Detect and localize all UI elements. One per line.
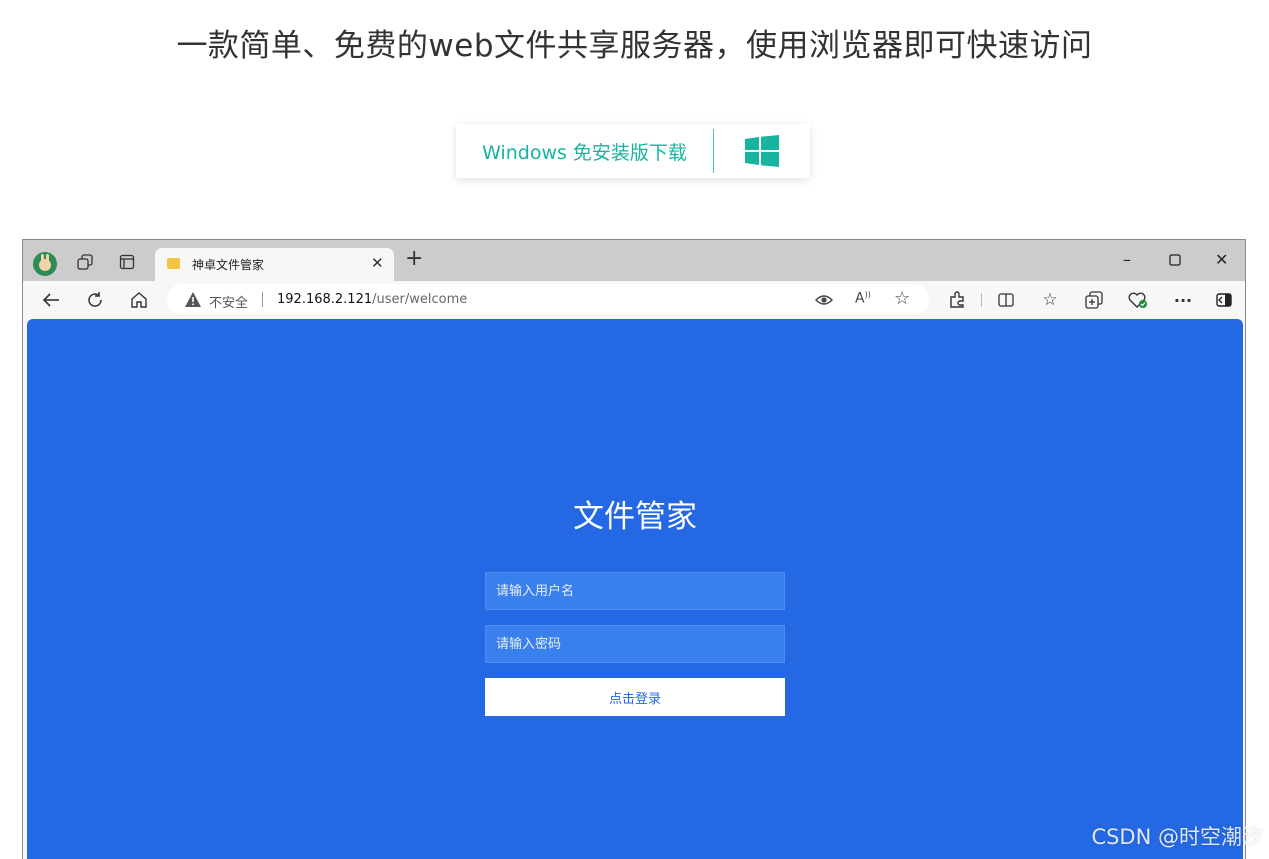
split-screen-icon[interactable] (996, 290, 1016, 310)
address-separator (262, 292, 263, 307)
favorites-icon[interactable]: ☆ (1040, 290, 1060, 310)
eye-icon[interactable] (815, 292, 833, 311)
windows-logo-icon (714, 135, 810, 167)
address-bar[interactable]: 不安全 192.168.2.121/user/welcome A)) ☆ (167, 284, 929, 315)
tab-actions-icon[interactable] (117, 252, 137, 272)
maximize-icon[interactable] (1169, 251, 1181, 270)
username-input[interactable] (485, 572, 785, 610)
refresh-icon[interactable] (85, 290, 105, 310)
read-aloud-icon[interactable]: A)) (855, 290, 871, 307)
login-button[interactable]: 点击登录 (485, 678, 785, 716)
watermark: CSDN @时空潮汐 (1091, 825, 1263, 849)
browser-essentials-icon[interactable] (1128, 290, 1148, 310)
login-title: 文件管家 (573, 499, 697, 535)
workspaces-icon[interactable] (75, 252, 95, 272)
security-label[interactable]: 不安全 (209, 292, 248, 311)
profile-avatar-icon[interactable] (33, 252, 57, 276)
close-tab-icon[interactable]: ✕ (371, 254, 384, 272)
toolbar-separator (981, 293, 982, 307)
tab-bar: 神卓文件管家 ✕ + – ✕ (23, 240, 1245, 281)
collections-icon[interactable] (1084, 290, 1104, 310)
warning-icon[interactable] (185, 292, 201, 311)
more-icon[interactable]: ··· (1173, 290, 1193, 310)
extensions-icon[interactable] (947, 290, 967, 310)
tab-active[interactable]: 神卓文件管家 ✕ (155, 248, 394, 281)
login-page: 文件管家 点击登录 (27, 319, 1243, 859)
close-window-icon[interactable]: ✕ (1215, 250, 1228, 269)
back-arrow-icon[interactable] (41, 290, 61, 310)
page-headline: 一款简单、免费的web文件共享服务器，使用浏览器即可快速访问 (176, 28, 1093, 64)
new-tab-icon[interactable]: + (405, 248, 423, 270)
browser-window: 神卓文件管家 ✕ + – ✕ 不安全 192.168.2.121/user/we… (22, 239, 1246, 859)
url-path: /user/welcome (372, 292, 468, 307)
tab-title: 神卓文件管家 (192, 258, 265, 272)
navigation-bar: 不安全 192.168.2.121/user/welcome A)) ☆ ☆ ·… (23, 281, 1245, 319)
windows-download-button[interactable]: Windows 免安装版下载 (456, 124, 810, 178)
url-host: 192.168.2.121 (277, 292, 373, 307)
home-icon[interactable] (129, 290, 149, 310)
folder-icon (167, 258, 180, 269)
sidebar-icon[interactable] (1214, 290, 1234, 310)
minimize-icon[interactable]: – (1123, 250, 1131, 269)
url-text[interactable]: 192.168.2.121/user/welcome (277, 292, 467, 307)
download-divider (713, 129, 714, 173)
star-icon[interactable]: ☆ (894, 288, 910, 309)
password-input[interactable] (485, 625, 785, 663)
download-label: Windows 免安装版下载 (482, 141, 687, 164)
